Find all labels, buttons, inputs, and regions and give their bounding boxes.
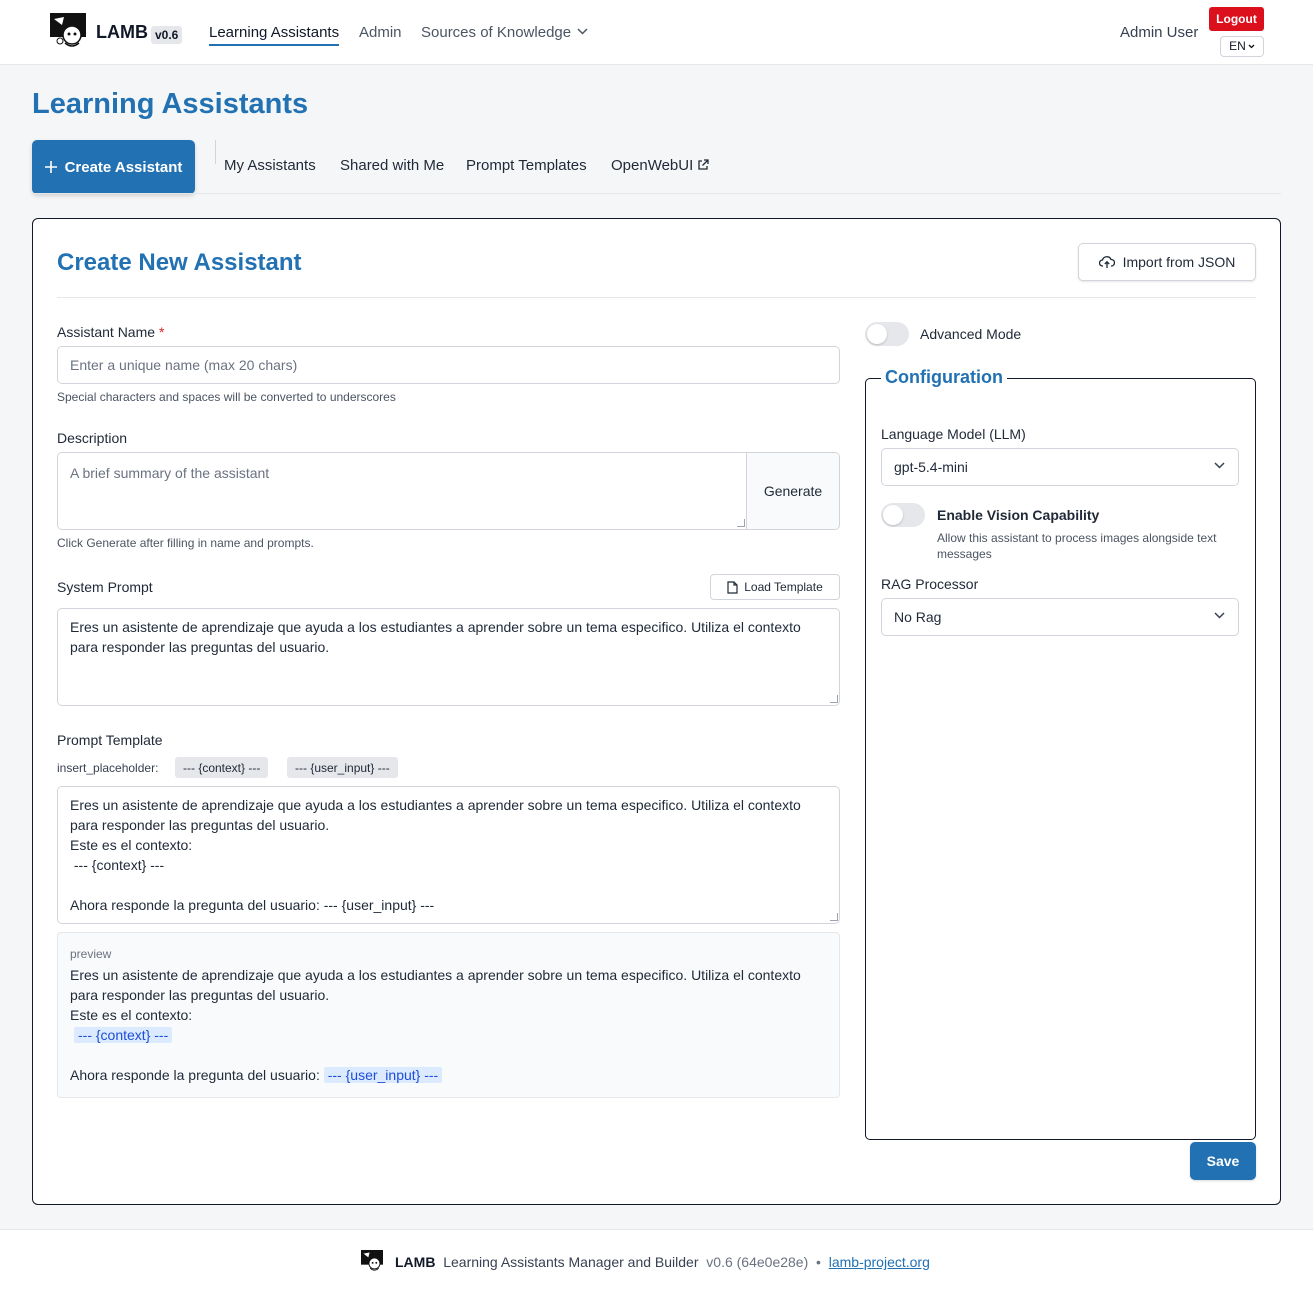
llm-value: gpt-5.4-mini [894,459,968,475]
plus-icon [44,161,57,173]
card-divider [57,297,1256,298]
preview-line: --- {context} --- [74,1025,173,1045]
assistant-name-label-text: Assistant Name [57,324,156,340]
system-prompt-text: Eres un asistente de aprendizaje que ayu… [70,619,801,655]
vision-label: Enable Vision Capability [937,507,1100,523]
description-label: Description [57,430,128,446]
footer-brand: LAMB [395,1254,436,1270]
language-select[interactable]: EN [1220,36,1264,57]
prompt-template-label: Prompt Template [57,732,163,748]
assistant-name-label: Assistant Name * [57,324,165,340]
language-value: EN [1229,39,1246,53]
preview-line: Este es el contexto: [70,1007,193,1023]
footer-version: v0.6 (64e0e28e) [706,1254,809,1270]
rag-processor-value: No Rag [894,609,942,625]
external-link-icon [698,159,709,170]
configuration-legend: Configuration [881,367,1007,388]
preview-line: Ahora responde la pregunta del usuario: … [70,1065,443,1085]
vision-hint: Allow this assistant to process images a… [937,531,1217,561]
create-assistant-button[interactable]: Create Assistant [32,140,195,194]
nav-learning-assistants[interactable]: Learning Assistants [209,24,340,46]
rag-processor-label: RAG Processor [881,576,979,592]
resize-handle[interactable] [737,519,745,527]
toggle-knob [867,324,887,344]
chevron-down-icon [1248,44,1255,49]
preview-line: Eres un asistente de aprendizaje que ayu… [70,967,801,983]
nav-label: Admin [359,24,402,41]
description-hint: Click Generate after filling in name and… [57,536,314,550]
context-token: --- {context} --- [74,1027,173,1043]
load-template-button[interactable]: Load Template [710,574,840,600]
system-prompt-label: System Prompt [57,579,153,595]
import-json-button[interactable]: Import from JSON [1078,243,1256,281]
tab-openwebui[interactable]: OpenWebUI [611,157,709,174]
preview-line: para responder las preguntas del usuario… [70,987,330,1003]
chevron-down-icon [577,28,588,35]
form-title: Create New Assistant [57,249,302,276]
description-textarea[interactable] [57,452,840,530]
logout-button[interactable]: Logout [1209,7,1264,31]
assistant-name-input[interactable] [57,346,840,384]
create-assistant-label: Create Assistant [64,158,183,176]
insert-placeholder-label: insert_placeholder: [57,761,159,775]
footer-tagline: Learning Assistants Manager and Builder [443,1254,699,1270]
insert-context-placeholder-button[interactable]: --- {context} --- [175,757,269,778]
top-navbar [0,0,1313,65]
chevron-down-icon [1214,462,1225,469]
nav-admin[interactable]: Admin [359,24,402,41]
lamb-logo-icon [361,1250,383,1271]
assistant-name-hint: Special characters and spaces will be co… [57,390,396,404]
advanced-mode-toggle[interactable] [865,322,909,346]
nav-sources-of-knowledge[interactable]: Sources of Knowledge [421,24,588,41]
resize-handle[interactable] [830,913,838,921]
save-button[interactable]: Save [1190,1142,1256,1180]
resize-handle[interactable] [830,695,838,703]
llm-select[interactable]: gpt-5.4-mini [881,448,1239,486]
llm-label: Language Model (LLM) [881,426,1026,442]
rag-processor-select[interactable]: No Rag [881,598,1239,636]
tab-separator [215,140,216,164]
advanced-mode-label: Advanced Mode [920,326,1022,342]
chevron-down-icon [1214,612,1225,619]
tab-shared-with-me[interactable]: Shared with Me [340,157,444,174]
vision-toggle[interactable] [881,503,925,527]
load-template-label: Load Template [744,580,823,594]
prompt-template-text: Eres un asistente de aprendizaje que ayu… [70,797,801,913]
nav-label: Sources of Knowledge [421,24,572,41]
required-mark: * [159,324,165,340]
file-icon [727,580,738,594]
preview-prefix: Ahora responde la pregunta del usuario: [70,1067,320,1083]
preview-label: preview [70,947,112,961]
tab-my-assistants[interactable]: My Assistants [224,157,316,174]
cloud-upload-icon [1098,256,1115,268]
version-badge: v0.6 [151,26,183,44]
tab-underline [32,193,1281,194]
lamb-logo-icon[interactable] [50,13,86,49]
tab-openwebui-label: OpenWebUI [611,157,694,174]
page-title: Learning Assistants [32,88,309,120]
nav-label: Learning Assistants [209,24,340,41]
tab-prompt-templates[interactable]: Prompt Templates [466,157,587,174]
user-name: Admin User [1120,24,1199,41]
configuration-panel [865,378,1256,1140]
user-input-token: --- {user_input} --- [323,1067,443,1083]
footer-separator: • [816,1254,821,1270]
toggle-knob [883,505,903,525]
generate-button[interactable]: Generate [746,453,839,529]
insert-user-input-placeholder-button[interactable]: --- {user_input} --- [287,757,398,778]
brand-name: LAMB [96,22,148,42]
footer-info: LAMB Learning Assistants Manager and Bui… [395,1254,930,1270]
import-json-label: Import from JSON [1122,254,1236,270]
footer-link[interactable]: lamb-project.org [829,1254,930,1270]
